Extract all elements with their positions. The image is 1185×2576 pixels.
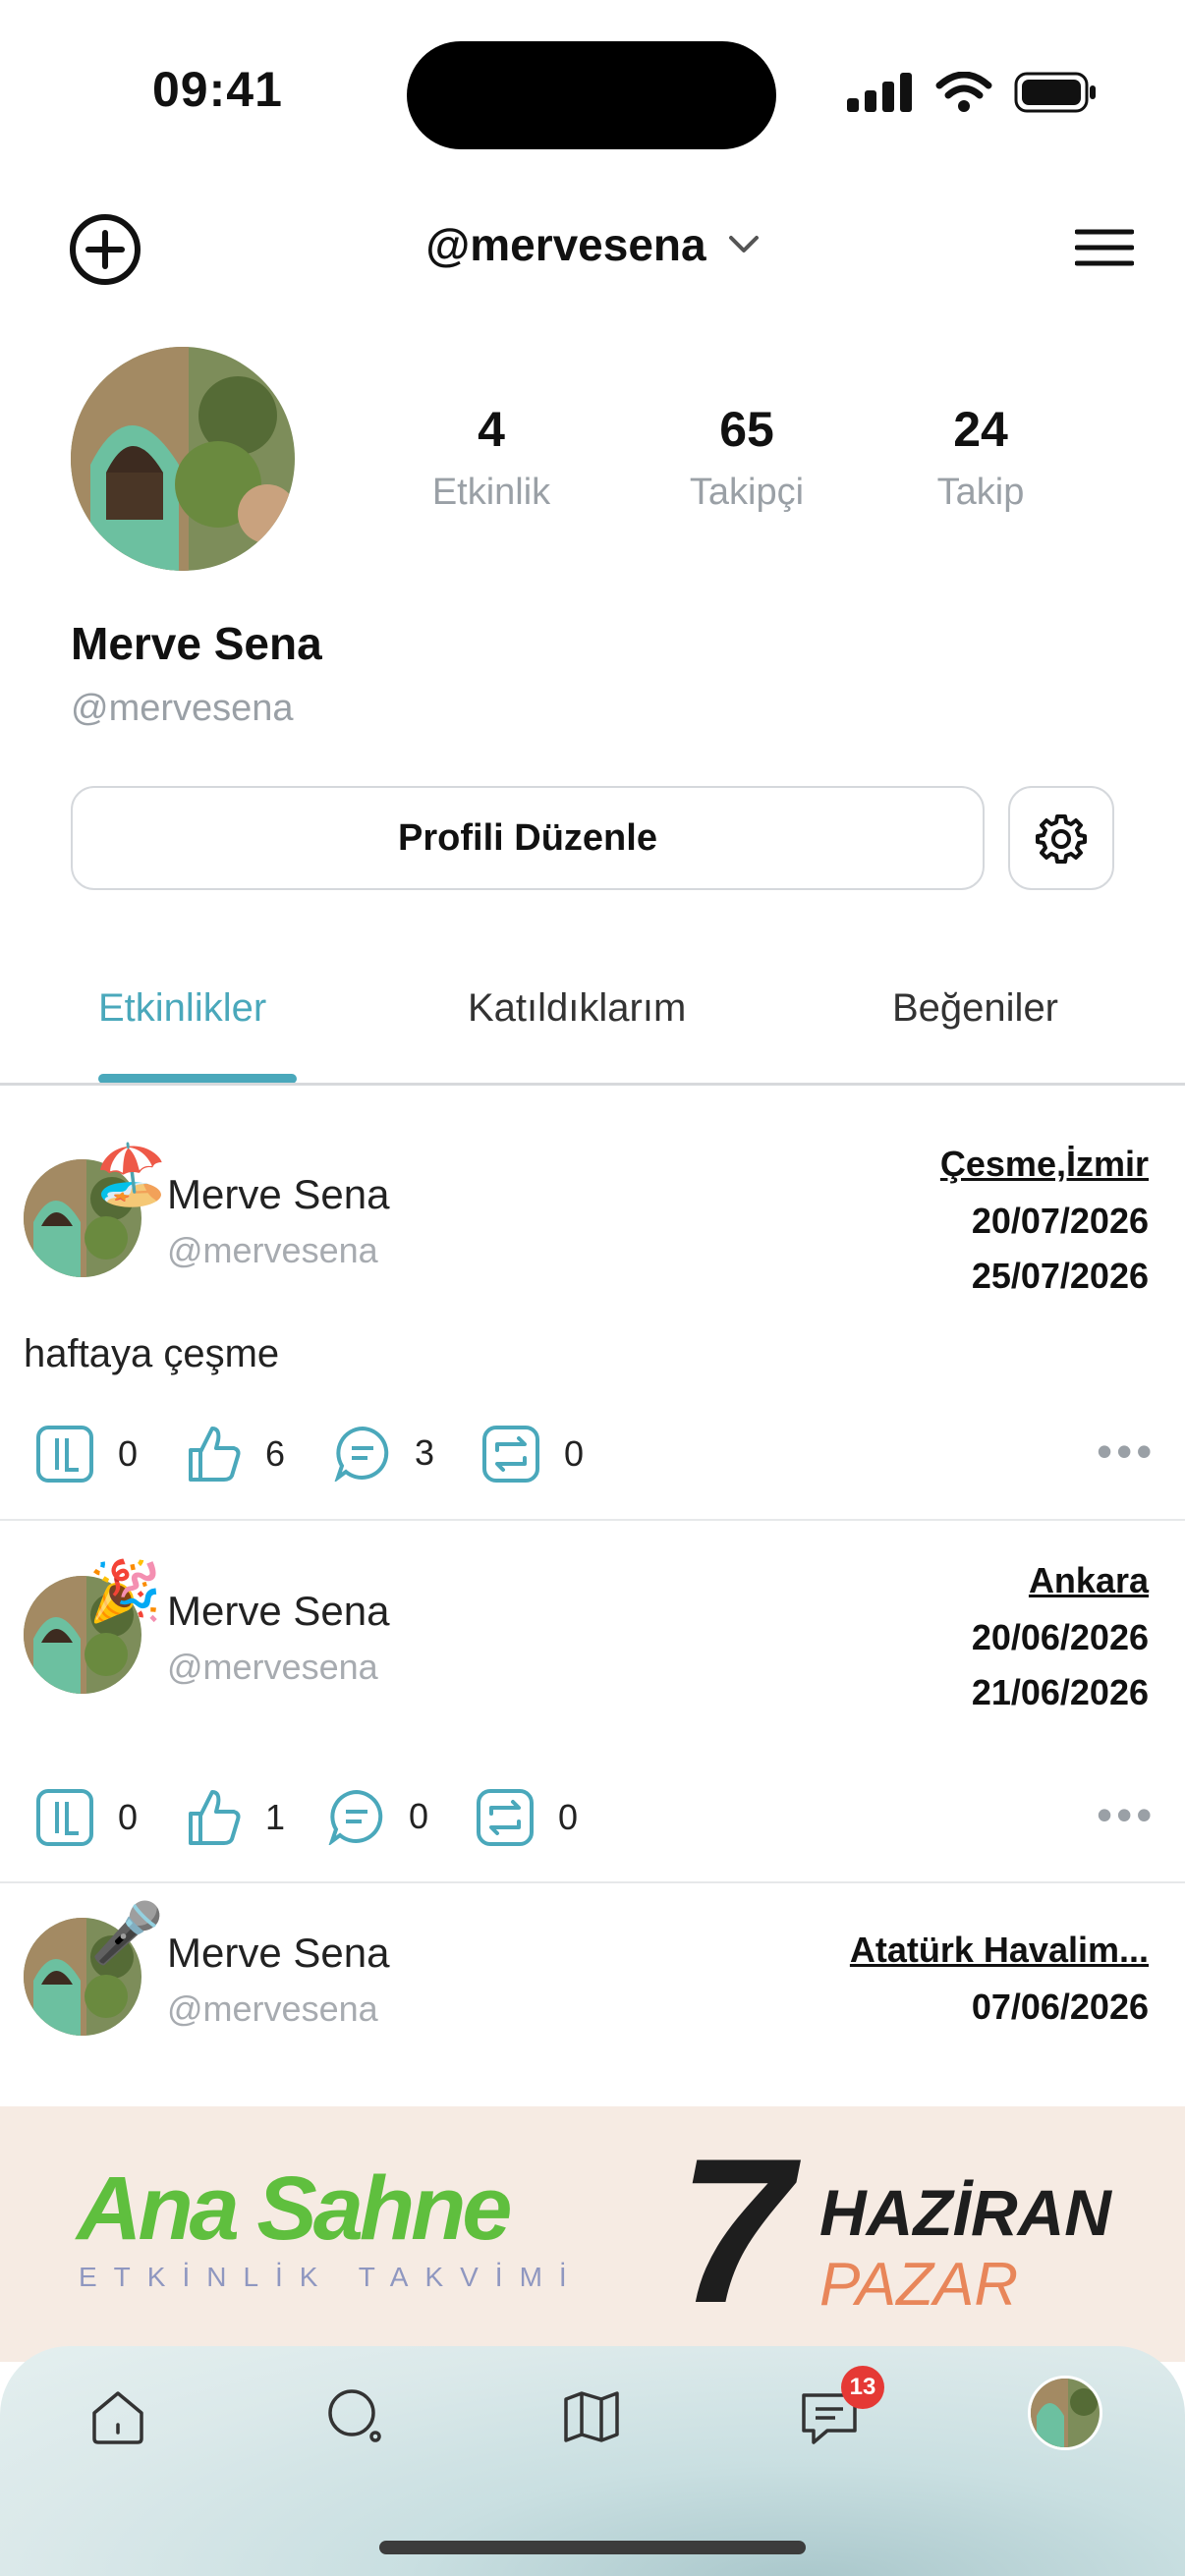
tab-likes[interactable]: Beğeniler: [892, 986, 1058, 1031]
post-divider: [0, 1881, 1185, 1883]
thumbs-up-icon: [189, 1427, 241, 1482]
stat-label: Takipçi: [689, 472, 805, 513]
post-text: haftaya çeşme: [24, 1332, 280, 1375]
signal-icon: [847, 73, 912, 112]
post-location[interactable]: Çesme,İzmir: [940, 1144, 1149, 1185]
post-author-handle: @mervesena: [167, 1988, 378, 2029]
post-divider: [0, 1519, 1185, 1521]
post-author-name[interactable]: Merve Sena: [167, 1930, 389, 1977]
stat-value: 65: [719, 402, 774, 457]
repost-icon: [482, 1426, 539, 1483]
battery-icon: [1014, 72, 1096, 113]
comment-button[interactable]: 0: [328, 1788, 428, 1845]
tabs-divider: [0, 1083, 1185, 1086]
stat-label: Takip: [936, 472, 1025, 513]
wifi-icon: [935, 72, 992, 112]
post-location[interactable]: Ankara: [1029, 1560, 1149, 1601]
status-icons: [847, 69, 1097, 116]
post-author-name[interactable]: Merve Sena: [167, 1588, 389, 1635]
join-button[interactable]: 0: [35, 1425, 138, 1484]
home-icon[interactable]: [79, 2378, 157, 2456]
more-icon[interactable]: •••: [1097, 1788, 1156, 1841]
post-date-start: 20/07/2026: [971, 1201, 1149, 1241]
comment-count: 3: [415, 1432, 435, 1473]
dynamic-island: [407, 41, 776, 149]
gear-icon: [1036, 814, 1087, 864]
repost-button[interactable]: 0: [481, 1425, 584, 1484]
comment-button[interactable]: 3: [334, 1425, 434, 1482]
post-author-handle: @mervesena: [167, 1647, 378, 1687]
stat-label: Etkinlik: [431, 472, 551, 513]
post-date-end: 25/07/2026: [971, 1256, 1149, 1296]
post-emoji: 🏖️: [94, 1142, 168, 1207]
like-count: 6: [265, 1433, 286, 1474]
account-switcher[interactable]: @mervesena: [0, 218, 1185, 271]
stat-value: 24: [953, 402, 1008, 457]
stat-following[interactable]: 24 Takip: [863, 401, 1099, 514]
tab-events[interactable]: Etkinlikler: [98, 986, 266, 1031]
home-indicator: [379, 2541, 806, 2554]
join-icon: [36, 1426, 93, 1483]
stat-events[interactable]: 4 Etkinlik: [373, 401, 609, 514]
profile-avatar[interactable]: [71, 347, 295, 571]
post-author-name[interactable]: Merve Sena: [167, 1171, 389, 1218]
map-icon[interactable]: [552, 2378, 631, 2456]
stat-value: 4: [478, 402, 505, 457]
status-time: 09:41: [152, 62, 283, 117]
post-date-start: 20/06/2026: [971, 1617, 1149, 1657]
banner-brand: Ana Sahne: [77, 2158, 512, 2259]
like-button[interactable]: 1: [187, 1788, 285, 1847]
search-icon[interactable]: [316, 2378, 395, 2456]
repost-count: 0: [564, 1433, 585, 1474]
repost-icon: [477, 1789, 534, 1846]
post-location[interactable]: Atatürk Havalim...: [850, 1930, 1149, 1971]
stat-followers[interactable]: 65 Takipçi: [629, 401, 865, 514]
profile-name: Merve Sena: [71, 618, 322, 669]
comment-icon: [328, 1789, 383, 1845]
banner-day: 7: [678, 2115, 793, 2346]
post-date-start: 07/06/2026: [971, 1987, 1149, 2027]
post-emoji: 🎤: [90, 1900, 164, 1966]
settings-button[interactable]: [1008, 786, 1114, 890]
profile-tab-avatar[interactable]: [1028, 2376, 1102, 2450]
repost-button[interactable]: 0: [476, 1788, 578, 1847]
banner-weekday: PAZAR: [819, 2251, 1019, 2319]
banner-subtitle: ETKİNLİK TAKVİMİ: [79, 2262, 584, 2292]
messages-badge: 13: [841, 2366, 884, 2409]
header-username: @mervesena: [425, 219, 706, 270]
more-icon[interactable]: •••: [1097, 1425, 1156, 1478]
join-count: 0: [118, 1797, 139, 1837]
comment-icon: [334, 1426, 389, 1482]
join-button[interactable]: 0: [35, 1788, 138, 1847]
like-button[interactable]: 6: [187, 1425, 285, 1484]
profile-handle: @mervesena: [71, 688, 294, 729]
tab-attended[interactable]: Katıldıklarım: [468, 986, 686, 1031]
banner-month: HAZİRAN: [819, 2176, 1111, 2249]
join-icon: [36, 1789, 93, 1846]
like-count: 1: [265, 1797, 286, 1837]
post-date-end: 21/06/2026: [971, 1672, 1149, 1712]
comment-count: 0: [409, 1796, 429, 1836]
chevron-down-icon: [728, 236, 759, 252]
thumbs-up-icon: [189, 1790, 241, 1845]
join-count: 0: [118, 1433, 139, 1474]
edit-profile-button[interactable]: Profili Düzenle: [71, 786, 985, 890]
repost-count: 0: [558, 1797, 579, 1837]
menu-icon[interactable]: [1074, 228, 1135, 267]
post-emoji: 🎉: [88, 1558, 162, 1624]
post-author-handle: @mervesena: [167, 1230, 378, 1270]
